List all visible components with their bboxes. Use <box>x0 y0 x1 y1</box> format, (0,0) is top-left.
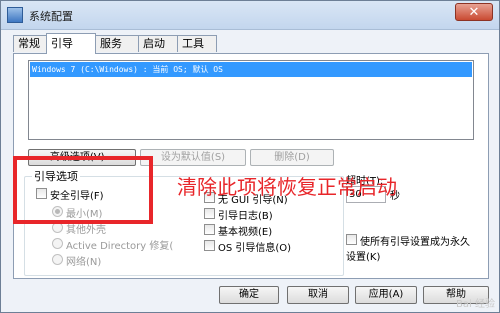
set-default-button[interactable]: 设为默认值(S) <box>140 149 246 166</box>
ok-button[interactable]: 确定 <box>219 286 279 304</box>
title-bar[interactable]: 系统配置 ✕ <box>1 1 499 30</box>
tab-services[interactable]: 服务 <box>95 35 139 52</box>
active-directory-label: Active Directory 修复( <box>66 241 174 252</box>
tab-boot[interactable]: 引导 <box>46 33 96 54</box>
boot-log-label: 引导日志(B) <box>218 211 273 222</box>
make-permanent-label-line2: 设置(K) <box>346 252 381 263</box>
annotation-highlight-box <box>13 156 153 224</box>
boot-log-checkbox[interactable] <box>204 208 215 219</box>
make-permanent-label: 使所有引导设置成为永久 <box>360 237 470 248</box>
cancel-button[interactable]: 取消 <box>287 286 349 304</box>
os-boot-info-checkbox[interactable] <box>204 240 215 251</box>
active-directory-radio[interactable] <box>52 238 63 249</box>
tab-general[interactable]: 常规 <box>13 35 47 52</box>
app-icon <box>7 7 23 23</box>
make-permanent-checkbox[interactable] <box>346 234 357 245</box>
tab-tools[interactable]: 工具 <box>177 35 217 52</box>
os-list[interactable]: Windows 7 (C:\Windows) : 当前 OS; 默认 OS <box>28 60 474 140</box>
base-video-checkbox[interactable] <box>204 224 215 235</box>
watermark: Bai 经验 <box>456 299 495 310</box>
network-radio[interactable] <box>52 254 63 265</box>
os-boot-info-label: OS 引导信息(O) <box>218 243 292 254</box>
os-list-item[interactable]: Windows 7 (C:\Windows) : 当前 OS; 默认 OS <box>30 62 472 77</box>
base-video-label: 基本视频(E) <box>218 227 273 238</box>
window-title: 系统配置 <box>29 10 73 23</box>
close-button[interactable]: ✕ <box>455 3 493 21</box>
delete-button[interactable]: 删除(D) <box>250 149 334 166</box>
network-label: 网络(N) <box>66 257 102 268</box>
apply-button[interactable]: 应用(A) <box>355 286 417 304</box>
tab-startup[interactable]: 启动 <box>138 35 178 52</box>
system-config-window: 系统配置 ✕ 常规 引导 服务 启动 工具 Windows 7 (C:\Wind… <box>0 0 500 313</box>
annotation-text: 清除此项将恢复正常启动 <box>177 175 397 199</box>
